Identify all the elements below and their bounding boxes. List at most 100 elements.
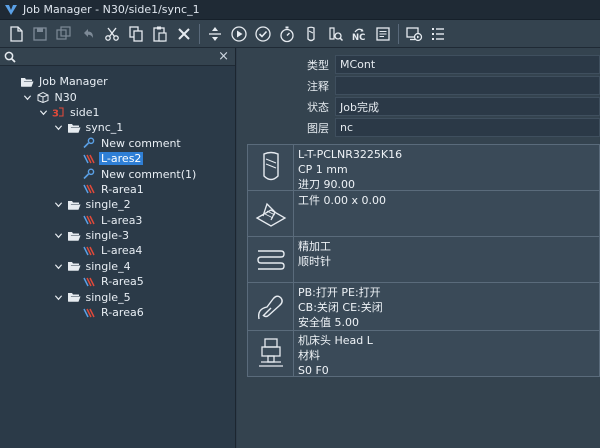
property-value-field[interactable] (335, 76, 600, 95)
summary-card[interactable]: 工件 0.00 x 0.00 (248, 191, 599, 237)
save-icon (33, 26, 47, 41)
svg-text:NC: NC (352, 33, 365, 43)
card-text-line: 材料 (298, 349, 320, 362)
chevron-down-icon[interactable] (54, 292, 64, 302)
chevron-down-icon[interactable] (54, 123, 64, 133)
tree-node[interactable]: sync_1 (0, 120, 235, 135)
tree-node-label: L-area4 (101, 244, 143, 258)
operation-icon (82, 153, 96, 165)
chevron-down-icon[interactable] (38, 107, 48, 117)
paste-button[interactable] (148, 22, 172, 46)
operation-icon (82, 307, 96, 319)
chevron-down-icon[interactable] (54, 231, 64, 241)
tree-node[interactable]: R-area1 (0, 182, 235, 197)
card-icon-cell (248, 145, 294, 190)
summary-card[interactable]: L-T-PCLNR3225K16 CP 1 mm 进刀 90.00 (248, 145, 599, 191)
workpiece-icon (255, 202, 286, 227)
folder-open-icon (67, 122, 81, 134)
list-icon (432, 27, 444, 40)
tree-node[interactable]: R-area5 (0, 274, 235, 289)
property-value-field[interactable]: Job完成 (335, 97, 600, 116)
card-text-line: 顺时针 (298, 255, 331, 268)
cut-button[interactable] (100, 22, 124, 46)
tree-node-label: sync_1 (85, 121, 124, 135)
close-icon[interactable]: × (218, 50, 229, 63)
property-key: 状态 (307, 100, 329, 114)
property-value-field[interactable]: MCont (335, 55, 600, 74)
tree-node-label: R-area5 (101, 275, 144, 289)
tree-node[interactable]: Job Manager (0, 74, 235, 89)
operation-icon (82, 214, 96, 226)
machine-head-icon (258, 337, 283, 367)
tree-node[interactable]: single_4 (0, 259, 235, 274)
window-title: Job Manager - N30/side1/sync_1 (23, 3, 200, 16)
tree-node-label: Job Manager (39, 75, 108, 89)
nc-button[interactable]: NC (347, 22, 371, 46)
tree-node[interactable]: single_2 (0, 197, 235, 212)
tool-button[interactable] (299, 22, 323, 46)
tree-node-label: single_5 (85, 290, 131, 304)
output-button[interactable] (371, 22, 395, 46)
tree-node[interactable]: single-3 (0, 228, 235, 243)
tree-node[interactable]: New comment (0, 136, 235, 151)
main-toolbar: NC (0, 20, 600, 48)
side-icon: 3 (51, 106, 65, 118)
save-all-button[interactable] (52, 22, 76, 46)
copy-icon (129, 25, 143, 42)
undo-button[interactable] (76, 22, 100, 46)
inspect-button[interactable] (323, 22, 347, 46)
job-tree: Job Manager N30 3 side1 sync_1 New comment L-a… (0, 66, 235, 320)
copy-button[interactable] (124, 22, 148, 46)
folder-open-icon (67, 260, 81, 272)
stopwatch-button[interactable] (275, 22, 299, 46)
stopwatch-icon (280, 26, 294, 42)
tree-node[interactable]: L-area4 (0, 243, 235, 258)
simulate-icon (406, 26, 423, 41)
delete-button[interactable] (172, 22, 196, 46)
card-icon-cell (248, 237, 294, 282)
summary-card[interactable]: 精加工 顺时针 (248, 237, 599, 283)
inspect-icon (329, 26, 344, 41)
tree-node[interactable]: L-area3 (0, 213, 235, 228)
paste-icon (153, 26, 167, 42)
summary-card[interactable]: 机床头 Head L 材料 S0 F0 (248, 331, 599, 377)
tool-icon (262, 151, 279, 180)
tree-node-label: single_2 (85, 198, 131, 212)
comment-icon (82, 137, 96, 149)
search-icon[interactable] (4, 51, 16, 63)
tree-node[interactable]: N30 (0, 89, 235, 104)
tree-node-label: New comment(1) (101, 167, 197, 181)
property-row: 注释 (303, 75, 600, 96)
property-key: 图层 (307, 121, 329, 135)
list-button[interactable] (426, 22, 450, 46)
tree-node-label: L-area3 (101, 213, 143, 227)
nc-icon: NC (352, 28, 365, 43)
tree-node[interactable]: New comment(1) (0, 166, 235, 181)
play-button[interactable] (227, 22, 251, 46)
check-button[interactable] (251, 22, 275, 46)
card-text-line: L-T-PCLNR3225K16 (298, 148, 403, 161)
chevron-down-icon[interactable] (54, 200, 64, 210)
property-key: 类型 (307, 58, 329, 72)
tree-node-label: side1 (70, 105, 100, 119)
new-file-button[interactable] (4, 22, 28, 46)
property-list: 类型 MCont 注释状态 Job完成 图层 nc (303, 54, 600, 138)
property-value-field[interactable]: nc (335, 118, 600, 137)
simulate-button[interactable] (402, 22, 426, 46)
new-file-icon (10, 25, 23, 42)
tree-node[interactable]: single_5 (0, 289, 235, 304)
chevron-down-icon[interactable] (54, 261, 64, 271)
chevron-down-icon[interactable] (23, 92, 33, 102)
tree-node[interactable]: L-ares2 (0, 151, 235, 166)
tree-node[interactable]: 3 side1 (0, 105, 235, 120)
expand-vertical-button[interactable] (203, 22, 227, 46)
tree-node-label: single-3 (85, 229, 130, 243)
tree-node[interactable]: R-area6 (0, 305, 235, 320)
tree-node-label: R-area6 (101, 306, 144, 320)
summary-card[interactable]: PB:打开 PE:打开 CB:关闭 CE:关闭 安全值 5.00 (248, 283, 599, 331)
save-button[interactable] (28, 22, 52, 46)
